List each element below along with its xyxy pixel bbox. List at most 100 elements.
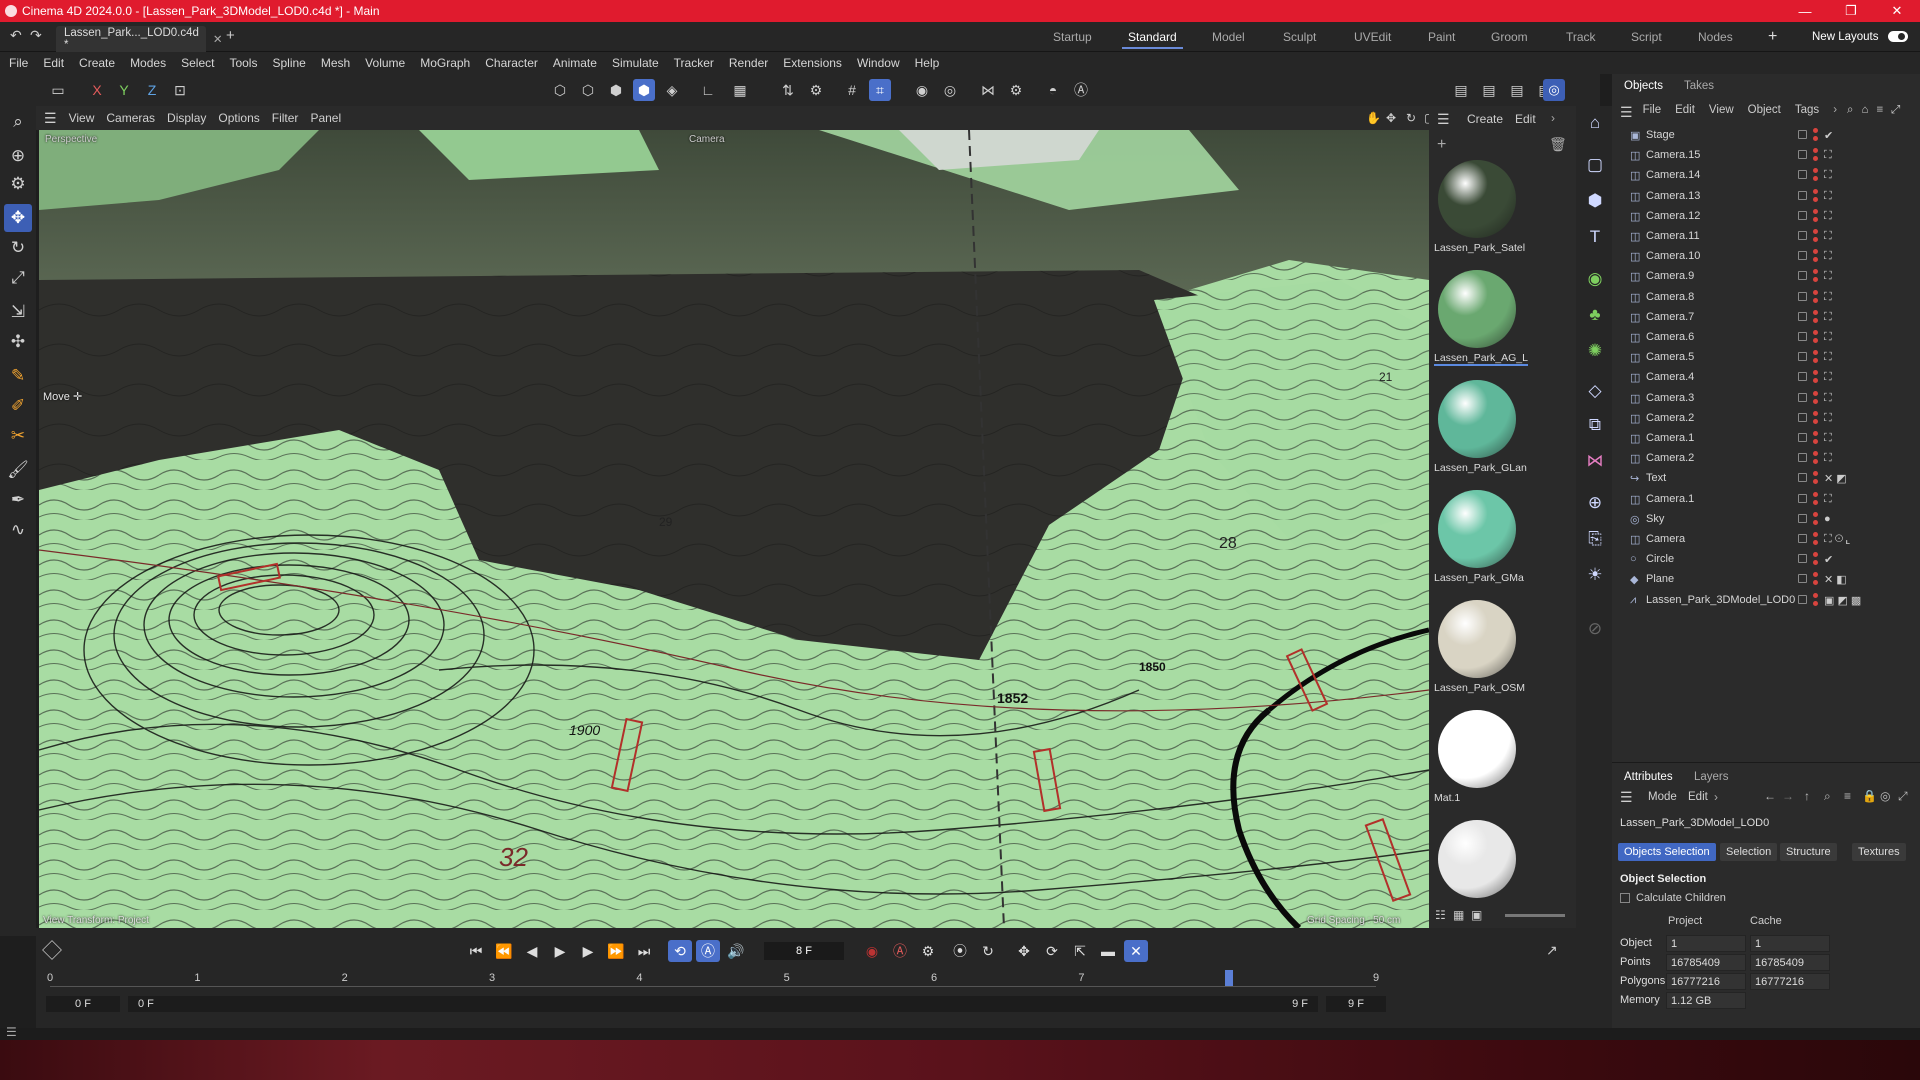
- object-tags[interactable]: ⛶: [1824, 190, 1832, 203]
- layout-nodes[interactable]: Nodes: [1698, 22, 1733, 52]
- layout-standard[interactable]: Standard: [1122, 22, 1183, 52]
- add-layout-icon[interactable]: +: [1768, 22, 1777, 52]
- objects-menu-edit[interactable]: Edit: [1675, 104, 1695, 121]
- object-tags[interactable]: ⛶: [1824, 169, 1832, 182]
- scene-icon[interactable]: ⧉: [1582, 412, 1608, 438]
- interpolation-icon[interactable]: ✕: [1124, 940, 1148, 962]
- object-row[interactable]: ◫ Camera.14 ⛶: [1612, 166, 1920, 186]
- key-pla-icon[interactable]: ⇱: [1068, 940, 1092, 962]
- axis-mode-icon[interactable]: ∟: [697, 79, 719, 101]
- objects-menu-tags[interactable]: Tags: [1795, 104, 1819, 121]
- editor-visibility-dot[interactable]: [1813, 552, 1818, 558]
- keyframe-settings-icon[interactable]: ⚙: [916, 940, 940, 962]
- render-visibility-dot[interactable]: [1813, 237, 1818, 242]
- render-visibility-dot[interactable]: [1813, 297, 1818, 303]
- more-arrow-icon[interactable]: ›: [1551, 111, 1555, 125]
- material-swatch[interactable]: Lassen_Park_GMa: [1432, 486, 1524, 596]
- rotate-view-icon[interactable]: ↻: [1406, 111, 1416, 125]
- object-tags[interactable]: ⛶: [1824, 230, 1832, 243]
- object-row[interactable]: ◫ Camera.2 ⛶: [1612, 409, 1920, 429]
- model-mode-icon[interactable]: ⬢: [633, 79, 655, 101]
- editor-visibility-dot[interactable]: [1813, 309, 1818, 315]
- render-visibility-dot[interactable]: [1813, 358, 1818, 364]
- scale-tool-icon[interactable]: ⤢: [4, 264, 32, 292]
- menu-simulate[interactable]: Simulate: [612, 56, 659, 70]
- spline-smooth-icon[interactable]: ✂: [4, 422, 32, 450]
- object-row[interactable]: ◫ Camera.1 ⛶: [1612, 429, 1920, 449]
- menu-tools[interactable]: Tools: [229, 56, 257, 70]
- redo-icon[interactable]: ↷: [30, 27, 42, 44]
- layout-startup[interactable]: Startup: [1053, 22, 1092, 52]
- record-icon[interactable]: ◉: [860, 940, 884, 962]
- snap-icon[interactable]: #: [841, 79, 863, 101]
- object-row[interactable]: ◆ Plane ✕ ◧: [1612, 570, 1920, 590]
- move-view-icon[interactable]: ✥: [1386, 111, 1396, 125]
- textures-button[interactable]: Textures: [1852, 843, 1906, 861]
- layer-toggle[interactable]: [1798, 453, 1807, 463]
- character-icon[interactable]: ⋈: [1582, 448, 1608, 474]
- render-picture-viewer-icon[interactable]: ▤: [1478, 79, 1500, 101]
- menu-tracker[interactable]: Tracker: [674, 56, 714, 70]
- layout-toggle[interactable]: [1888, 31, 1908, 42]
- keyframe-icon[interactable]: [42, 940, 62, 960]
- object-row[interactable]: ◫ Camera.15 ⛶: [1612, 146, 1920, 166]
- layout-paint[interactable]: Paint: [1428, 22, 1455, 52]
- thumbnail-size-slider[interactable]: [1505, 914, 1565, 917]
- editor-visibility-dot[interactable]: [1813, 148, 1818, 154]
- object-row[interactable]: ⩘ Lassen_Park_3DModel_LOD0 ▣ ◩ ▩: [1612, 591, 1920, 611]
- layer-toggle[interactable]: [1798, 352, 1807, 362]
- layout-groom[interactable]: Groom: [1491, 22, 1528, 52]
- spline-sketch-icon[interactable]: ✐: [4, 392, 32, 420]
- editor-visibility-dot[interactable]: [1813, 128, 1818, 133]
- object-row[interactable]: ◫ Camera.5 ⛶: [1612, 348, 1920, 368]
- menu-spline[interactable]: Spline: [272, 56, 305, 70]
- layer-toggle[interactable]: [1798, 271, 1807, 281]
- object-tags[interactable]: ⛶: [1824, 452, 1832, 465]
- editor-visibility-dot[interactable]: [1813, 269, 1818, 275]
- menu-create[interactable]: Create: [79, 56, 115, 70]
- layer-toggle[interactable]: [1798, 513, 1807, 523]
- points-mode-icon[interactable]: ⬡: [549, 79, 571, 101]
- document-tab[interactable]: Lassen_Park..._LOD0.c4d * ✕: [56, 26, 223, 52]
- knife-tool-icon[interactable]: ✒: [4, 486, 32, 514]
- end-frame-field[interactable]: 9 F: [1326, 996, 1386, 1012]
- object-row[interactable]: ◫ Camera ⛶ ⊙ ⌞: [1612, 530, 1920, 550]
- menu-modes[interactable]: Modes: [130, 56, 166, 70]
- object-tags[interactable]: ✕ ◩: [1824, 472, 1847, 485]
- layer-toggle[interactable]: [1798, 311, 1807, 321]
- menu-select[interactable]: Select: [181, 56, 214, 70]
- camera-create-icon[interactable]: ⌂: [1582, 110, 1608, 136]
- enable-axis-icon[interactable]: ⇅: [777, 79, 799, 101]
- render-visibility-dot[interactable]: [1813, 176, 1818, 182]
- object-row[interactable]: ◫ Camera.11 ⛶: [1612, 227, 1920, 247]
- attributes-filter-icon[interactable]: ≡: [1844, 789, 1851, 803]
- symmetry-icon[interactable]: ⋈: [977, 79, 999, 101]
- transform-tool-icon[interactable]: ⇲: [4, 298, 32, 326]
- redshift-icon[interactable]: ◎: [1543, 79, 1565, 101]
- render-visibility-dot[interactable]: [1813, 580, 1818, 586]
- placement-tool-icon[interactable]: ✣: [4, 328, 32, 356]
- playhead[interactable]: [1224, 970, 1233, 986]
- rotate-tool-icon[interactable]: ↻: [4, 234, 32, 262]
- preview-range-bar[interactable]: 0 F 9 F: [128, 996, 1318, 1012]
- structure-button[interactable]: Structure: [1780, 843, 1837, 861]
- editor-visibility-dot[interactable]: [1813, 350, 1818, 356]
- selection-filter-icon[interactable]: ⚙: [4, 170, 32, 198]
- menu-help[interactable]: Help: [915, 56, 940, 70]
- object-tags[interactable]: ⛶: [1824, 210, 1832, 223]
- back-arrow-icon[interactable]: ←: [1764, 789, 1776, 803]
- layer-toggle[interactable]: [1798, 473, 1807, 483]
- object-tags[interactable]: ⛶: [1824, 311, 1832, 324]
- object-row[interactable]: ◫ Camera.13 ⛶: [1612, 187, 1920, 207]
- list-view-icon[interactable]: ☷: [1435, 908, 1446, 922]
- layer-toggle[interactable]: [1798, 210, 1807, 220]
- light-icon[interactable]: ☀: [1582, 562, 1608, 588]
- object-tags[interactable]: ⛶: [1824, 331, 1832, 344]
- editor-visibility-dot[interactable]: [1813, 572, 1818, 578]
- layer-toggle[interactable]: [1798, 594, 1807, 604]
- objects-search-icon[interactable]: ⌕: [1847, 104, 1853, 121]
- auto-key-icon[interactable]: Ⓐ: [1070, 79, 1092, 101]
- material-swatch[interactable]: Lassen_Park_GLan: [1432, 376, 1527, 486]
- layer-toggle[interactable]: [1798, 534, 1807, 543]
- move-tool-icon[interactable]: ✥: [4, 204, 32, 232]
